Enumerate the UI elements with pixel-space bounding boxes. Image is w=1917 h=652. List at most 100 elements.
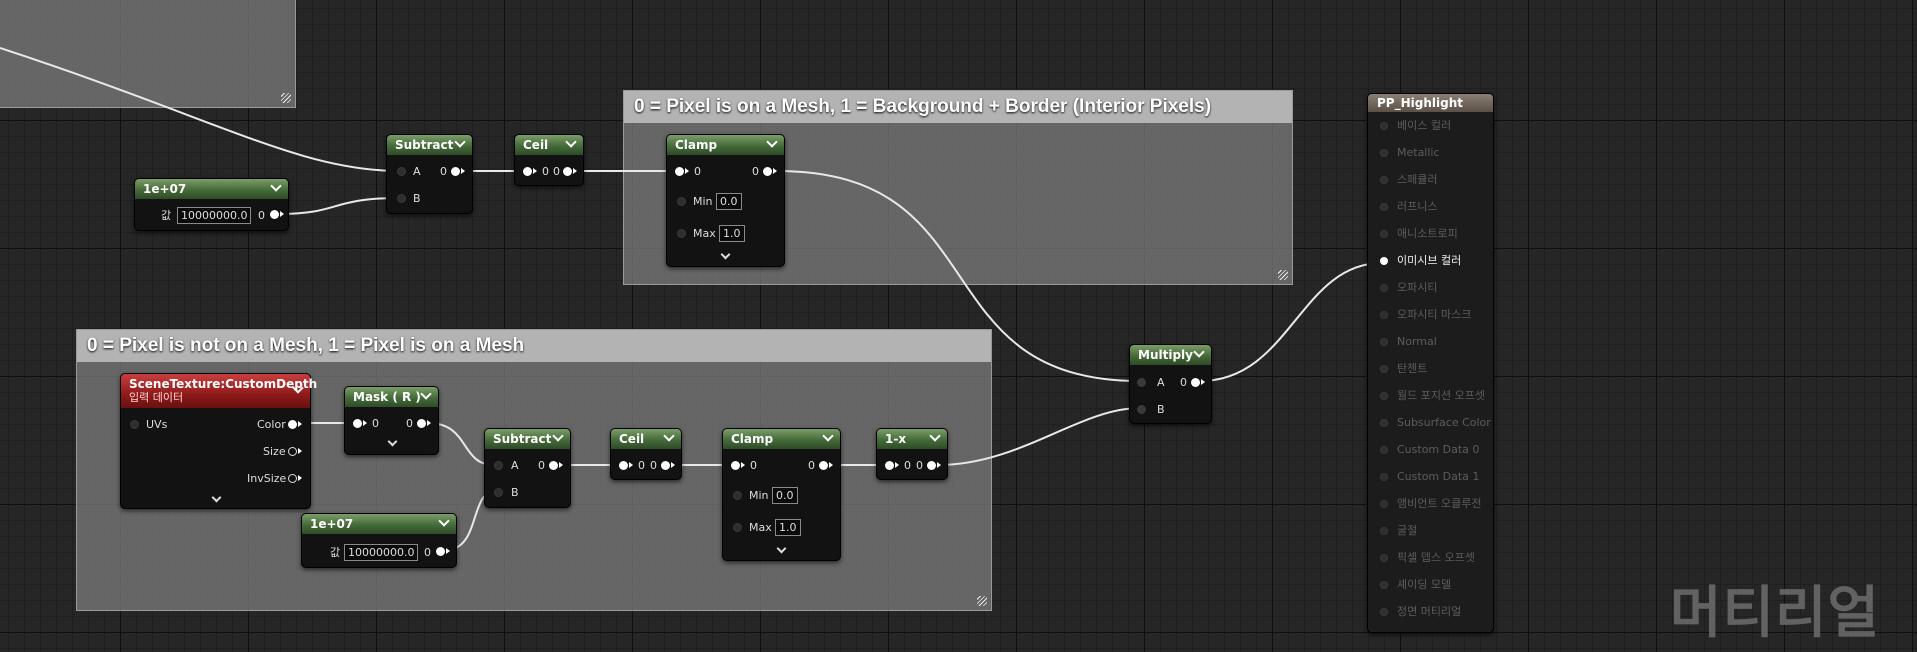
output-pin[interactable]	[661, 461, 670, 470]
comment-title-bottom[interactable]: 0 = Pixel is not on a Mesh, 1 = Pixel is…	[77, 330, 991, 362]
comment-title-top[interactable]: 0 = Pixel is on a Mesh, 1 = Background +…	[624, 91, 1292, 123]
value-field[interactable]: 10000000.0	[344, 544, 419, 561]
ceil-node-bottom[interactable]: Ceil 0 0	[610, 428, 682, 480]
material-input-pin[interactable]	[1380, 392, 1388, 400]
material-input-pin[interactable]	[1380, 581, 1388, 589]
comment-resize-handle[interactable]	[281, 93, 291, 103]
material-output-node[interactable]: PP_Highlight 베이스 컬러 Metallic 스페큘러 러프니스 애니소트로…	[1367, 93, 1494, 633]
material-input-pin[interactable]	[1380, 149, 1388, 157]
material-input-pin[interactable]	[1380, 311, 1388, 319]
output-pin[interactable]	[927, 461, 936, 470]
chevron-down-icon[interactable]	[663, 430, 675, 442]
output-pin[interactable]	[417, 419, 426, 428]
material-input-pin[interactable]	[1380, 338, 1388, 346]
input-pin[interactable]	[731, 461, 740, 470]
material-input-pin[interactable]	[1380, 176, 1388, 184]
output-pin[interactable]	[451, 167, 460, 176]
chevron-down-icon[interactable]	[929, 430, 941, 442]
chevron-down-icon[interactable]	[552, 430, 564, 442]
input-pin-b[interactable]	[1137, 405, 1146, 414]
uvs-pin[interactable]	[130, 420, 139, 429]
partial-comment-box[interactable]	[0, 0, 296, 108]
chevron-down-icon[interactable]	[766, 136, 778, 148]
node-header[interactable]: Subtract	[485, 429, 570, 449]
expand-chevron-icon[interactable]	[211, 492, 222, 503]
node-header[interactable]: Ceil	[515, 135, 583, 155]
input-pin[interactable]	[619, 461, 628, 470]
constant-node-top[interactable]: 1e+07 값 10000000.0 0	[134, 178, 289, 231]
material-input-pin[interactable]	[1380, 446, 1388, 454]
material-input-pin[interactable]	[1380, 500, 1388, 508]
output-pin[interactable]	[1191, 378, 1200, 387]
material-input-pin[interactable]	[1380, 203, 1388, 211]
input-pin-a[interactable]	[1137, 378, 1146, 387]
input-pin-b[interactable]	[397, 194, 406, 203]
chevron-down-icon[interactable]	[420, 388, 432, 400]
node-header[interactable]: 1e+07	[302, 514, 456, 534]
chevron-down-icon[interactable]	[1193, 346, 1205, 358]
constant-node-bottom[interactable]: 1e+07 값 10000000.0 0	[301, 513, 457, 568]
subtract-node-top[interactable]: Subtract A 0 B	[386, 134, 473, 214]
chevron-down-icon[interactable]	[438, 515, 450, 527]
output-pin[interactable]	[549, 461, 558, 470]
output-pin[interactable]	[436, 547, 445, 556]
input-pin[interactable]	[885, 461, 894, 470]
chevron-down-icon[interactable]	[822, 430, 834, 442]
material-input-pin[interactable]	[1380, 473, 1388, 481]
input-pin-a[interactable]	[397, 167, 406, 176]
scene-texture-node[interactable]: SceneTexture:CustomDepth 입력 데이터 UVs Color…	[120, 373, 317, 509]
comment-resize-handle[interactable]	[1278, 270, 1288, 280]
max-field[interactable]: 1.0	[719, 225, 745, 242]
chevron-down-icon[interactable]	[454, 136, 466, 148]
one-minus-node[interactable]: 1-x 0 0	[876, 428, 948, 480]
node-header[interactable]: 1-x	[877, 429, 947, 449]
output-pin[interactable]	[819, 461, 828, 470]
clamp-node-bottom[interactable]: Clamp 0 0 Min 0.0 Max 1.0	[722, 428, 841, 561]
output-pin[interactable]	[763, 167, 772, 176]
input-pin[interactable]	[523, 167, 532, 176]
node-header[interactable]: Clamp	[723, 429, 840, 449]
color-output-pin[interactable]	[288, 420, 297, 429]
max-field[interactable]: 1.0	[775, 519, 801, 536]
comment-resize-handle[interactable]	[977, 596, 987, 606]
subtract-node-bottom[interactable]: Subtract A 0 B	[484, 428, 571, 508]
expand-chevron-icon[interactable]	[776, 543, 787, 554]
expand-chevron-icon[interactable]	[387, 436, 398, 447]
node-header[interactable]: Ceil	[611, 429, 681, 449]
node-header[interactable]: 1e+07	[135, 179, 288, 199]
material-input-pin[interactable]	[1380, 365, 1388, 373]
input-pin-a[interactable]	[494, 461, 503, 470]
input-pin-b[interactable]	[494, 488, 503, 497]
multiply-node[interactable]: Multiply A 0 B	[1129, 344, 1212, 424]
min-pin[interactable]	[733, 491, 742, 500]
node-header[interactable]: Multiply	[1130, 345, 1211, 365]
material-input-pin[interactable]	[1380, 122, 1388, 130]
chevron-down-icon[interactable]	[270, 180, 282, 192]
material-input-pin[interactable]	[1380, 419, 1388, 427]
invsize-output-pin[interactable]	[288, 474, 297, 483]
mask-node[interactable]: Mask ( R ) 0 0	[344, 386, 439, 455]
value-field[interactable]: 10000000.0	[177, 207, 252, 224]
output-pin[interactable]	[563, 167, 572, 176]
min-field[interactable]: 0.0	[772, 487, 798, 504]
node-header[interactable]: Clamp	[667, 135, 784, 155]
min-field[interactable]: 0.0	[716, 193, 742, 210]
output-pin[interactable]	[270, 210, 279, 219]
material-input-pin[interactable]	[1380, 230, 1388, 238]
material-input-pin[interactable]	[1380, 608, 1388, 616]
max-pin[interactable]	[733, 523, 742, 532]
material-output-title[interactable]: PP_Highlight	[1368, 94, 1493, 112]
clamp-node-top[interactable]: Clamp 0 0 Min 0.0 Max 1.0	[666, 134, 785, 267]
node-header[interactable]: Mask ( R )	[345, 387, 438, 407]
ceil-node-top[interactable]: Ceil 0 0	[514, 134, 584, 186]
node-header[interactable]: SceneTexture:CustomDepth 입력 데이터	[121, 374, 317, 408]
input-pin[interactable]	[675, 167, 684, 176]
material-input-pin[interactable]	[1380, 554, 1388, 562]
input-pin[interactable]	[353, 419, 362, 428]
material-input-pin[interactable]	[1380, 527, 1388, 535]
expand-chevron-icon[interactable]	[720, 249, 731, 260]
node-header[interactable]: Subtract	[387, 135, 472, 155]
size-output-pin[interactable]	[288, 447, 297, 456]
material-input-pin[interactable]	[1380, 284, 1388, 292]
max-pin[interactable]	[677, 229, 686, 238]
